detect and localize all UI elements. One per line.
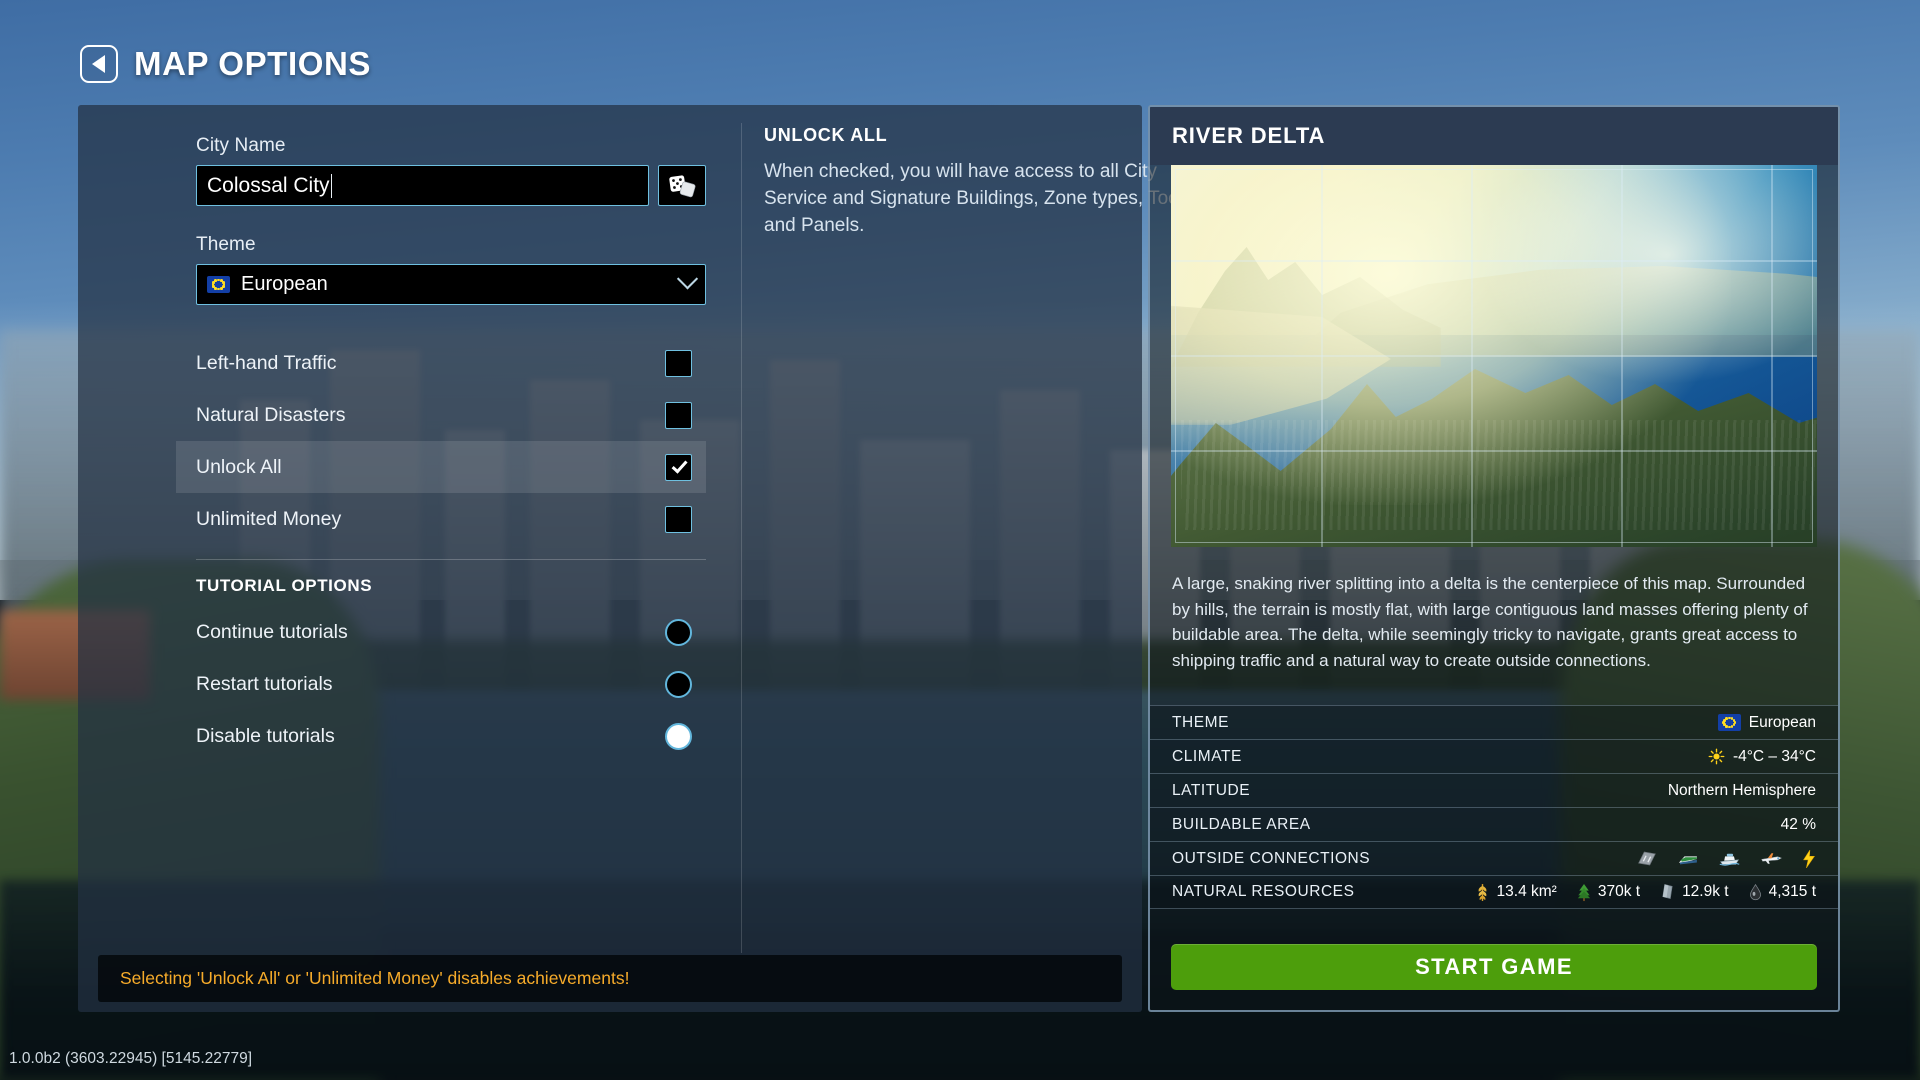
toggle-options-list: Left-hand Traffic Natural Disasters Unlock… — [196, 337, 706, 545]
stat-value-natural-resources: 13.4 km² 370k t 12.9 — [1475, 883, 1816, 902]
option-label: Unlimited Money — [196, 508, 341, 531]
stat-climate-text: -4°C – 34°C — [1733, 748, 1816, 766]
stat-row-natural-resources: NATURAL RESOURCES 13.4 km² — [1150, 875, 1838, 909]
resource-fertile-land: 13.4 km² — [1475, 883, 1557, 902]
stat-key-theme: THEME — [1172, 714, 1229, 732]
back-button[interactable] — [80, 45, 118, 83]
theme-label: Theme — [196, 234, 706, 256]
plane-icon — [1760, 851, 1783, 866]
stat-key-outside-connections: OUTSIDE CONNECTIONS — [1172, 850, 1370, 868]
sun-icon — [1708, 748, 1725, 765]
stat-row-buildable-area: BUILDABLE AREA 42 % — [1150, 807, 1838, 841]
stat-row-outside-connections: OUTSIDE CONNECTIONS — [1150, 841, 1838, 875]
radio-button[interactable] — [665, 619, 692, 646]
back-arrow-icon — [92, 55, 105, 73]
page-header: MAP OPTIONS — [80, 45, 371, 83]
option-label: Natural Disasters — [196, 404, 346, 427]
city-name-row: Colossal City — [196, 165, 706, 206]
achievement-warning-bar: Selecting 'Unlock All' or 'Unlimited Mon… — [98, 955, 1122, 1002]
start-game-label: START GAME — [1415, 954, 1573, 980]
stat-theme-text: European — [1749, 714, 1816, 732]
option-label: Unlock All — [196, 456, 282, 479]
stat-key-natural-resources: NATURAL RESOURCES — [1172, 883, 1354, 901]
resource-fertile-land-value: 13.4 km² — [1497, 883, 1557, 901]
dice-icon — [668, 174, 696, 198]
radio-button[interactable] — [665, 723, 692, 750]
forest-icon — [1577, 883, 1591, 902]
stat-key-climate: CLIMATE — [1172, 748, 1242, 766]
achievement-warning-text: Selecting 'Unlock All' or 'Unlimited Mon… — [120, 968, 629, 989]
tooltip-description: When checked, you will have access to al… — [764, 159, 1214, 240]
chevron-down-icon — [677, 268, 698, 289]
resource-forest: 370k t — [1577, 883, 1640, 902]
tutorial-options-list: Continue tutorials Restart tutorials Disab… — [196, 606, 706, 762]
stat-key-latitude: LATITUDE — [1172, 782, 1250, 800]
option-row-unlock-all[interactable]: Unlock All — [176, 441, 706, 493]
map-preview-image[interactable] — [1171, 165, 1817, 547]
map-description: A large, snaking river splitting into a … — [1150, 547, 1838, 691]
page-title: MAP OPTIONS — [134, 45, 371, 83]
check-icon — [671, 457, 687, 474]
preview-frame — [1175, 169, 1813, 543]
tooltip-title: UNLOCK ALL — [764, 125, 1214, 146]
stat-value-theme: European — [1718, 714, 1816, 732]
stat-value-buildable-area: 42 % — [1781, 816, 1816, 834]
resource-oil-value: 4,315 t — [1769, 883, 1816, 901]
ore-icon — [1660, 883, 1675, 901]
options-panel: City Name Colossal City — [78, 105, 1142, 1012]
stat-value-climate: -4°C – 34°C — [1708, 748, 1816, 766]
checkbox[interactable] — [665, 350, 692, 377]
resource-oil: 4,315 t — [1749, 883, 1816, 901]
panel-divider — [741, 123, 742, 953]
theme-value: European — [241, 273, 669, 296]
tutorial-label: Disable tutorials — [196, 725, 335, 748]
stat-row-latitude: LATITUDE Northern Hemisphere — [1150, 773, 1838, 807]
map-info-panel: RIVER DELTA A large, snaking river split… — [1148, 105, 1840, 1012]
option-label: Left-hand Traffic — [196, 352, 337, 375]
oil-icon — [1749, 883, 1762, 901]
start-game-button[interactable]: START GAME — [1171, 944, 1817, 990]
train-icon — [1677, 851, 1699, 867]
checkbox[interactable] — [665, 506, 692, 533]
city-name-label: City Name — [196, 135, 706, 157]
tutorial-row-restart-tutorials[interactable]: Restart tutorials — [196, 658, 706, 710]
map-title: RIVER DELTA — [1172, 123, 1325, 149]
section-divider — [196, 559, 706, 560]
electricity-icon — [1802, 850, 1816, 868]
option-row-left-hand-traffic[interactable]: Left-hand Traffic — [196, 337, 706, 389]
text-caret — [331, 174, 333, 198]
tutorial-row-continue-tutorials[interactable]: Continue tutorials — [196, 606, 706, 658]
city-name-value: Colossal City — [207, 174, 330, 198]
checkbox[interactable] — [665, 402, 692, 429]
tutorial-row-disable-tutorials[interactable]: Disable tutorials — [196, 710, 706, 762]
radio-button[interactable] — [665, 671, 692, 698]
map-stats-table: THEME European CLIMATE -4°C – 34°C — [1150, 705, 1838, 909]
city-name-input[interactable]: Colossal City — [196, 165, 649, 206]
eu-flag-icon — [207, 276, 230, 293]
settings-column: City Name Colossal City — [196, 135, 706, 762]
stat-value-latitude: Northern Hemisphere — [1668, 782, 1816, 800]
stat-value-outside-connections — [1636, 850, 1816, 868]
tutorial-options-heading: TUTORIAL OPTIONS — [196, 576, 706, 596]
randomize-name-button[interactable] — [658, 165, 706, 206]
eu-flag-icon — [1718, 714, 1741, 731]
description-column: UNLOCK ALL When checked, you will have a… — [764, 125, 1214, 240]
stat-row-theme: THEME European — [1150, 705, 1838, 739]
map-title-bar: RIVER DELTA — [1150, 107, 1838, 165]
tutorial-label: Continue tutorials — [196, 621, 348, 644]
resource-forest-value: 370k t — [1598, 883, 1640, 901]
option-row-natural-disasters[interactable]: Natural Disasters — [196, 389, 706, 441]
road-icon — [1636, 850, 1658, 867]
fertile-land-icon — [1475, 883, 1490, 902]
theme-select[interactable]: European — [196, 264, 706, 305]
tutorial-label: Restart tutorials — [196, 673, 333, 696]
option-row-unlimited-money[interactable]: Unlimited Money — [196, 493, 706, 545]
checkbox[interactable] — [665, 454, 692, 481]
stat-key-buildable-area: BUILDABLE AREA — [1172, 816, 1311, 834]
stat-row-climate: CLIMATE -4°C – 34°C — [1150, 739, 1838, 773]
resource-ore-value: 12.9k t — [1682, 883, 1729, 901]
resource-ore: 12.9k t — [1660, 883, 1729, 901]
ship-icon — [1718, 851, 1741, 867]
version-label: 1.0.0b2 (3603.22945) [5145.22779] — [9, 1050, 252, 1068]
